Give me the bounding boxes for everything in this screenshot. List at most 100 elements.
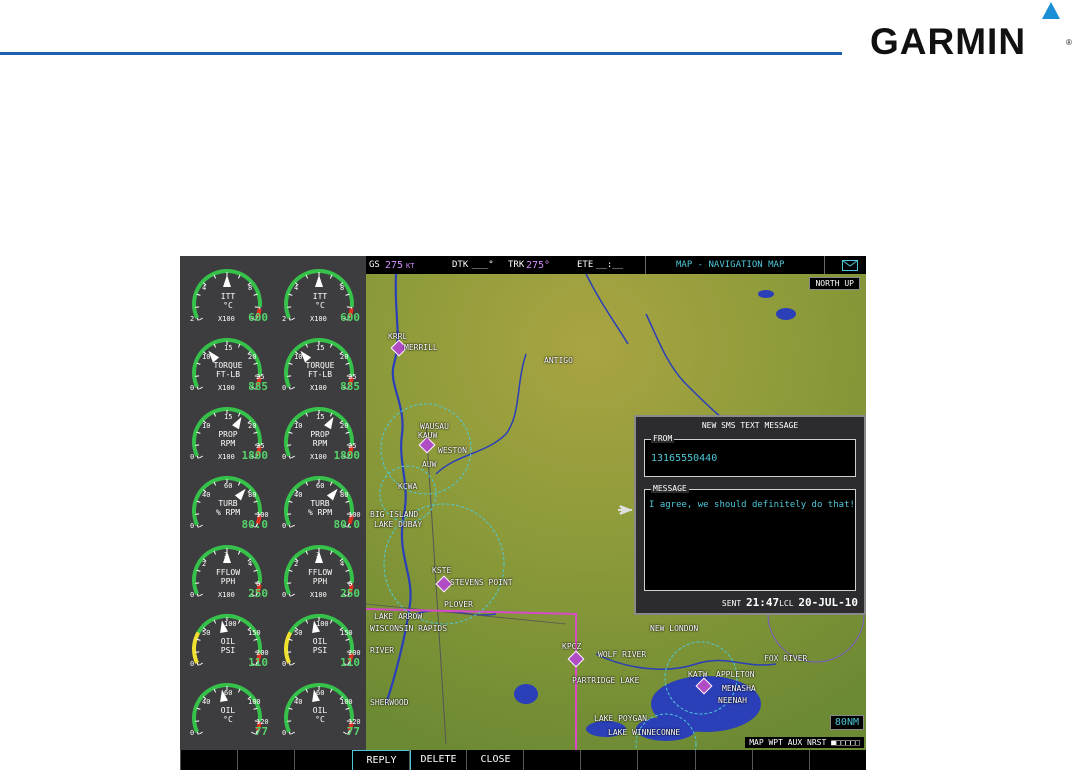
gauge-tick-label: 150 — [340, 629, 353, 637]
softkey-blank[interactable] — [637, 750, 695, 770]
message-text: I agree, we should definitely do that! — [649, 500, 855, 510]
gauge-label: TURB — [310, 499, 330, 508]
ete-label: ETE — [577, 260, 594, 270]
softkey-close[interactable]: CLOSE — [466, 750, 524, 770]
gauge-value: 110 — [340, 656, 360, 669]
gauge-tick-label: 10 — [294, 353, 303, 361]
gauge-unit: % RPM — [307, 508, 333, 517]
engine-gauge: TORQUE FT-LB X100 885 10 15 20 0 25 — [278, 333, 364, 399]
softkey-reply[interactable]: REPLY — [352, 750, 411, 770]
gauge-tick-label: 50 — [202, 629, 211, 637]
sent-time: 21:47 — [745, 596, 780, 609]
gauge-scale: X100 — [310, 315, 327, 323]
gs-value: 275 — [385, 260, 404, 271]
gauge-tick-label: 150 — [248, 629, 261, 637]
gauge-pointer — [324, 416, 334, 430]
map-label: KCWA — [398, 482, 418, 491]
softkey-blank[interactable] — [809, 750, 866, 770]
gauge-tick-label: 0 — [190, 522, 195, 530]
gauge-label: OIL — [220, 637, 236, 646]
softkey-blank[interactable] — [695, 750, 753, 770]
dtk-value: ___° — [472, 260, 494, 270]
map-orientation[interactable]: NORTH UP — [809, 277, 860, 290]
gauge-tick — [199, 386, 204, 390]
gauge-label: OIL — [220, 706, 236, 715]
gauge-scale: X100 — [218, 315, 235, 323]
softkey-blank[interactable] — [580, 750, 638, 770]
gauge-tick-label: 200 — [256, 649, 269, 657]
gauge-tick — [291, 593, 296, 597]
gauge-tick-label: 60 — [316, 482, 325, 490]
gauge-unit: PSI — [312, 646, 328, 655]
gauge-scale: X100 — [310, 384, 327, 392]
gauge-tick-label: 25 — [256, 373, 265, 381]
gauge-tick-label: 80 — [248, 491, 257, 499]
softkey-delete[interactable]: DELETE — [409, 750, 467, 770]
gauge-tick — [345, 431, 350, 434]
gauge-tick-label: 50 — [294, 629, 303, 637]
sent-label: SENT — [721, 599, 742, 608]
gauge-tick — [345, 569, 350, 572]
gauge-value: 110 — [248, 656, 268, 669]
gauge-tick-label: 10 — [294, 422, 303, 430]
gauge-tick-label: 0 — [282, 660, 287, 668]
gauge-label: TURB — [218, 499, 238, 508]
map-range[interactable]: 80NM — [829, 715, 864, 730]
map-label: KRRL — [388, 332, 408, 341]
map-label: LAKE ARROW — [374, 612, 423, 621]
gs-unit: KT — [406, 262, 415, 270]
gauge-tick — [253, 362, 258, 365]
softkey-blank[interactable] — [752, 750, 810, 770]
gauge-tick — [199, 524, 204, 528]
gauge-tick — [291, 386, 296, 390]
gauge-tick — [199, 593, 204, 597]
gauge-tick-label: 0 — [190, 384, 195, 392]
gauge-tick — [345, 362, 350, 365]
gauge-tick — [253, 293, 258, 296]
gauge-value: 885 — [248, 380, 268, 393]
softkey-blank[interactable] — [294, 750, 352, 770]
gauge-tick-label: 80 — [340, 491, 349, 499]
map-label: MERRILL — [404, 343, 438, 352]
message-envelope-icon[interactable] — [842, 260, 858, 271]
gauge-tick-label: 0 — [282, 453, 287, 461]
softkey-blank[interactable] — [523, 750, 581, 770]
gauge-tick — [291, 524, 296, 528]
map-label: RIVER — [370, 646, 395, 655]
engine-gauge: TURB% RPM 80.0 40 60 80 0 100 — [186, 471, 272, 537]
softkey-blank[interactable] — [180, 750, 238, 770]
gauge-pointer — [232, 416, 242, 430]
map-label: NEENAH — [718, 696, 747, 705]
map-label: MENASHA — [722, 684, 756, 693]
dtk-label: DTK — [452, 260, 469, 270]
sent-date: 20-JUL-10 — [798, 596, 858, 609]
from-value: 13165550440 — [651, 453, 718, 464]
topbar-divider — [645, 256, 646, 274]
registered-mark: ® — [1066, 38, 1072, 47]
gauge-tick — [253, 431, 258, 434]
gauge-unit: FT-LB — [215, 370, 241, 379]
gauge-value: 1800 — [241, 449, 269, 462]
gauge-tick-label: 40 — [202, 698, 211, 706]
gauge-unit: FT-LB — [307, 370, 333, 379]
gauge-tick-label: 0 — [190, 453, 195, 461]
gauge-tick-label: 0 — [190, 591, 195, 599]
gauge-label: PROP — [218, 430, 238, 439]
gauge-tick-label: 0 — [282, 384, 287, 392]
from-box: FROM 13165550440 — [644, 434, 856, 477]
gauge-tick-label: 8 — [248, 284, 253, 292]
ete-value: __:__ — [596, 260, 624, 270]
header-rule — [0, 52, 842, 55]
map-label: ANTIGO — [544, 356, 573, 365]
gauge-tick-label: 100 — [348, 511, 361, 519]
map-label: SHERWOOD — [370, 698, 409, 707]
sms-message-window[interactable]: NEW SMS TEXT MESSAGE FROM 13165550440 ME… — [634, 415, 866, 615]
softkey-blank[interactable] — [237, 750, 295, 770]
map-label: WAUSAU — [420, 422, 449, 431]
page-title: MAP - NAVIGATION MAP — [676, 260, 785, 270]
gauge-tick-label: 2 — [294, 560, 299, 568]
gauge-tick-label: 20 — [248, 422, 257, 430]
message-box[interactable]: MESSAGE I agree, we should definitely do… — [644, 484, 856, 591]
engine-gauge: OIL °C 77 40 60 100 0 120 — [278, 678, 364, 744]
gauge-pointer — [223, 275, 231, 287]
